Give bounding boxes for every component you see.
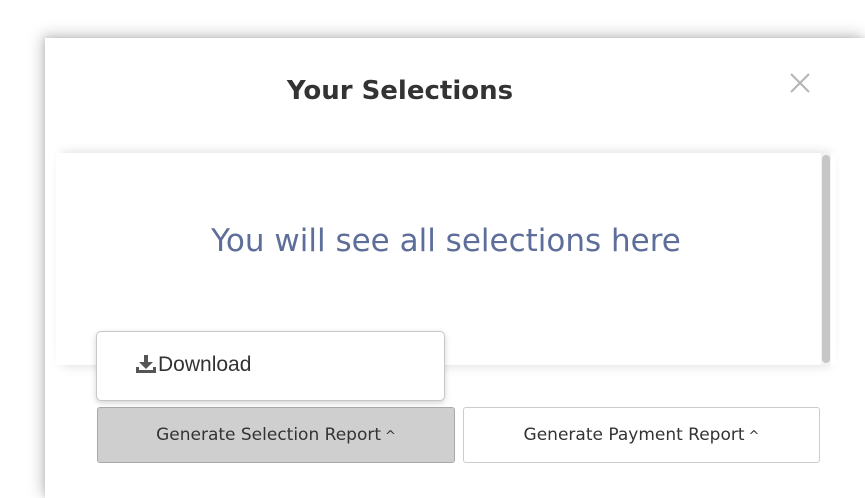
- selections-scrollbar[interactable]: [821, 153, 831, 365]
- selection-report-dropdown: Download: [96, 331, 445, 401]
- modal-title: Your Selections: [286, 76, 514, 106]
- selections-modal: Your Selections You will see all selecti…: [45, 38, 865, 498]
- empty-selections-message: You will see all selections here: [211, 223, 681, 259]
- caret-up-icon: ^: [748, 429, 760, 444]
- close-icon: [790, 73, 810, 93]
- download-icon: [136, 355, 156, 373]
- payment-report-label: Generate Payment Report: [523, 425, 745, 445]
- generate-payment-report-button[interactable]: Generate Payment Report ^: [463, 407, 820, 463]
- close-button[interactable]: [781, 64, 817, 100]
- scrollbar-thumb[interactable]: [822, 155, 830, 363]
- dropdown-item-download[interactable]: Download: [135, 350, 251, 380]
- caret-up-icon: ^: [385, 429, 396, 444]
- download-label: Download: [158, 353, 252, 376]
- generate-selection-report-button[interactable]: Generate Selection Report ^: [97, 407, 455, 463]
- page: Your Selections You will see all selecti…: [0, 0, 865, 498]
- selection-report-label: Generate Selection Report: [156, 425, 381, 445]
